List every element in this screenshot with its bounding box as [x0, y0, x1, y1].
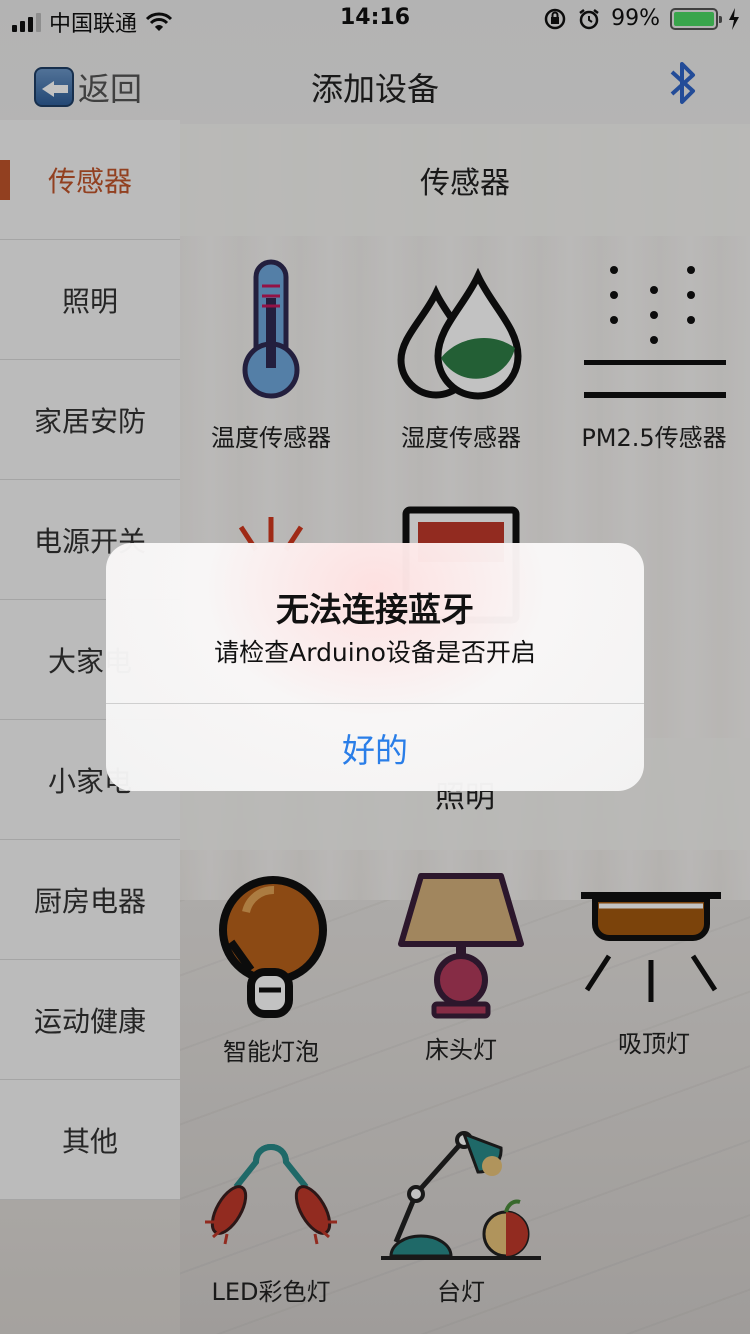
ok-button[interactable]: 好的	[106, 704, 644, 791]
alert-title: 无法连接蓝牙	[276, 590, 474, 629]
alert-message: 请检查Arduino设备是否开启	[214, 638, 536, 667]
alert-dialog: 无法连接蓝牙 请检查Arduino设备是否开启 好的	[106, 543, 644, 791]
